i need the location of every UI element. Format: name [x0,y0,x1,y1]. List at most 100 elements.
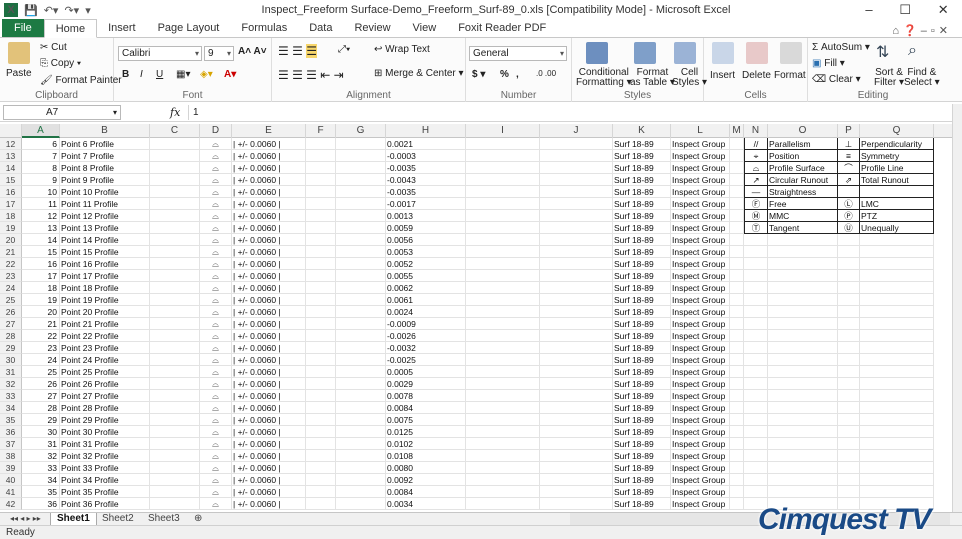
cell-q[interactable] [860,378,934,390]
cell-b[interactable]: Point 24 Profile [60,354,150,366]
cell-j[interactable] [540,234,613,246]
cell-b[interactable]: Point 17 Profile [60,270,150,282]
cell-q[interactable] [860,474,934,486]
cell-c[interactable] [150,402,200,414]
cell-n[interactable] [744,450,768,462]
cell-p[interactable] [838,414,860,426]
cell-i[interactable] [466,342,540,354]
cell-f[interactable] [306,378,336,390]
tab-review[interactable]: Review [343,19,401,37]
cell-e[interactable]: | +/- 0.0060 | [232,354,306,366]
cell-e[interactable]: | +/- 0.0060 | [232,330,306,342]
cell-k[interactable]: Surf 18-89 [613,174,671,186]
cell-l[interactable]: Inspect Group [671,210,730,222]
cell-styles-button[interactable]: Cell Styles ▾ [672,68,707,88]
cell-n[interactable] [744,390,768,402]
cell-d[interactable]: ⌓ [200,138,232,150]
cell-a[interactable]: 33 [22,462,60,474]
italic-button[interactable]: I [140,69,143,80]
row-header[interactable]: 26 [0,306,22,318]
cell-d[interactable]: ⌓ [200,474,232,486]
row-header[interactable]: 24 [0,282,22,294]
cell-f[interactable] [306,402,336,414]
legend-name-2[interactable]: Symmetry [860,150,934,162]
cell-q[interactable] [860,390,934,402]
cell-i[interactable] [466,162,540,174]
cell-j[interactable] [540,282,613,294]
cell-j[interactable] [540,330,613,342]
cell-a[interactable]: 10 [22,186,60,198]
cell-g[interactable] [336,330,386,342]
cell-e[interactable]: | +/- 0.0060 | [232,246,306,258]
row-header[interactable]: 32 [0,378,22,390]
cell-i[interactable] [466,426,540,438]
cell-a[interactable]: 17 [22,270,60,282]
cell-p[interactable] [838,378,860,390]
percent-button[interactable]: % [500,69,509,80]
copy-button[interactable]: ⎘ Copy ▾ [40,58,81,69]
cell-q[interactable] [860,330,934,342]
cell-d[interactable]: ⌓ [200,330,232,342]
cell-j[interactable] [540,438,613,450]
cell-m[interactable] [730,402,744,414]
cell-l[interactable]: Inspect Group [671,402,730,414]
cell-n[interactable] [744,378,768,390]
cell-m[interactable] [730,426,744,438]
cell-a[interactable]: 9 [22,174,60,186]
cell-o[interactable] [768,486,838,498]
cell-g[interactable] [336,198,386,210]
cell-h[interactable]: 0.0078 [386,390,466,402]
cell-n[interactable] [744,294,768,306]
cell-q[interactable] [860,234,934,246]
legend-symbol-1[interactable]: ⌖ [744,150,768,162]
cell-l[interactable]: Inspect Group [671,474,730,486]
row-header[interactable]: 31 [0,366,22,378]
cell-q[interactable] [860,414,934,426]
cell-f[interactable] [306,246,336,258]
cell-h[interactable]: -0.0025 [386,354,466,366]
cell-j[interactable] [540,222,613,234]
cell-j[interactable] [540,402,613,414]
cell-d[interactable]: ⌓ [200,486,232,498]
row-header[interactable]: 35 [0,414,22,426]
cell-i[interactable] [466,498,540,510]
legend-symbol-2[interactable]: ≡ [838,150,860,162]
cell-h[interactable]: 0.0092 [386,474,466,486]
cell-l[interactable]: Inspect Group [671,378,730,390]
cell-f[interactable] [306,318,336,330]
cell-m[interactable] [730,294,744,306]
cell-j[interactable] [540,138,613,150]
cell-b[interactable]: Point 14 Profile [60,234,150,246]
cell-c[interactable] [150,342,200,354]
cell-e[interactable]: | +/- 0.0060 | [232,294,306,306]
cell-g[interactable] [336,222,386,234]
row-header[interactable]: 29 [0,342,22,354]
cell-o[interactable] [768,306,838,318]
cell-k[interactable]: Surf 18-89 [613,210,671,222]
cell-g[interactable] [336,174,386,186]
row-header[interactable]: 22 [0,258,22,270]
cell-i[interactable] [466,474,540,486]
cell-q[interactable] [860,258,934,270]
sheet-tab-1[interactable]: Sheet1 [50,513,97,525]
cell-k[interactable]: Surf 18-89 [613,186,671,198]
cell-n[interactable] [744,414,768,426]
cell-m[interactable] [730,222,744,234]
cell-k[interactable]: Surf 18-89 [613,426,671,438]
cell-h[interactable]: -0.0003 [386,150,466,162]
cell-j[interactable] [540,246,613,258]
cell-q[interactable] [860,402,934,414]
cell-m[interactable] [730,342,744,354]
row-header[interactable]: 42 [0,498,22,510]
cell-f[interactable] [306,222,336,234]
minimize-button[interactable]: – [865,2,872,18]
cell-m[interactable] [730,318,744,330]
cell-p[interactable] [838,486,860,498]
cell-g[interactable] [336,138,386,150]
name-box[interactable]: A7 [3,105,121,120]
cell-m[interactable] [730,270,744,282]
legend-name-1[interactable]: Free [768,198,838,210]
row-header[interactable]: 12 [0,138,22,150]
cell-a[interactable]: 15 [22,246,60,258]
cell-m[interactable] [730,390,744,402]
